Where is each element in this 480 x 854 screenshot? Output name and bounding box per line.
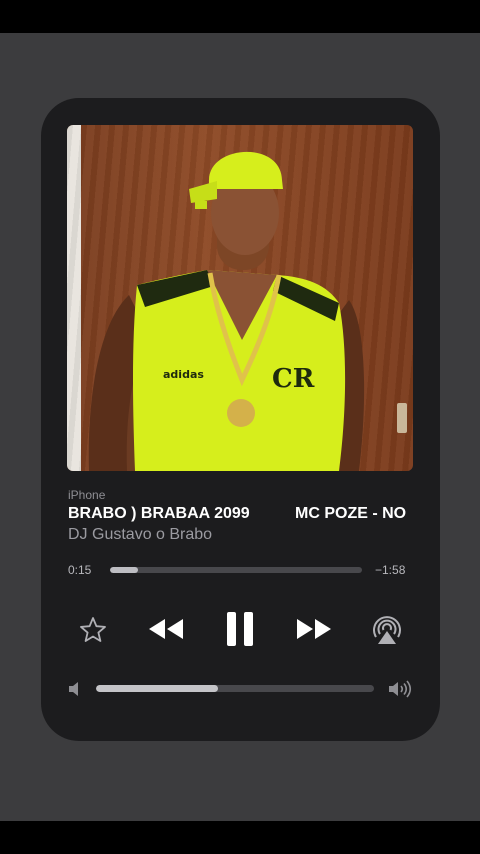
speaker-low-icon xyxy=(68,681,82,702)
favorite-button[interactable] xyxy=(78,615,108,645)
svg-text:CR: CR xyxy=(272,364,315,394)
album-artwork[interactable]: adidas CR xyxy=(67,125,413,471)
output-source-label: iPhone xyxy=(68,488,106,502)
elapsed-time: 0:15 xyxy=(68,563,92,577)
svg-text:adidas: adidas xyxy=(163,368,204,381)
star-icon xyxy=(80,617,106,642)
previous-track-button[interactable] xyxy=(146,617,186,641)
pause-icon xyxy=(227,612,253,646)
volume-fill xyxy=(96,685,219,692)
track-title: BRABO ) BRABAA 2099 MC POZE - NO xyxy=(68,505,414,527)
rewind-icon xyxy=(149,619,183,639)
fast-forward-icon xyxy=(297,619,331,639)
artist-name: DJ Gustavo o Brabo xyxy=(68,526,213,543)
artwork-figure: adidas CR xyxy=(88,151,365,471)
progress-scrubber[interactable] xyxy=(110,567,362,573)
track-title-part1: BRABO ) BRABAA 2099 xyxy=(68,505,250,522)
airplay-button[interactable] xyxy=(370,613,404,647)
volume-slider[interactable] xyxy=(96,685,374,692)
play-pause-button[interactable] xyxy=(225,610,255,648)
progress-fill xyxy=(110,567,138,573)
screen: adidas CR iPhone BRABO ) BRABAA 2099 MC … xyxy=(0,0,480,854)
remaining-time: −1:58 xyxy=(375,563,406,577)
track-title-part2: MC POZE - NO xyxy=(295,505,407,522)
next-track-button[interactable] xyxy=(294,617,334,641)
airplay-icon xyxy=(373,616,401,644)
speaker-high-icon xyxy=(388,680,414,703)
